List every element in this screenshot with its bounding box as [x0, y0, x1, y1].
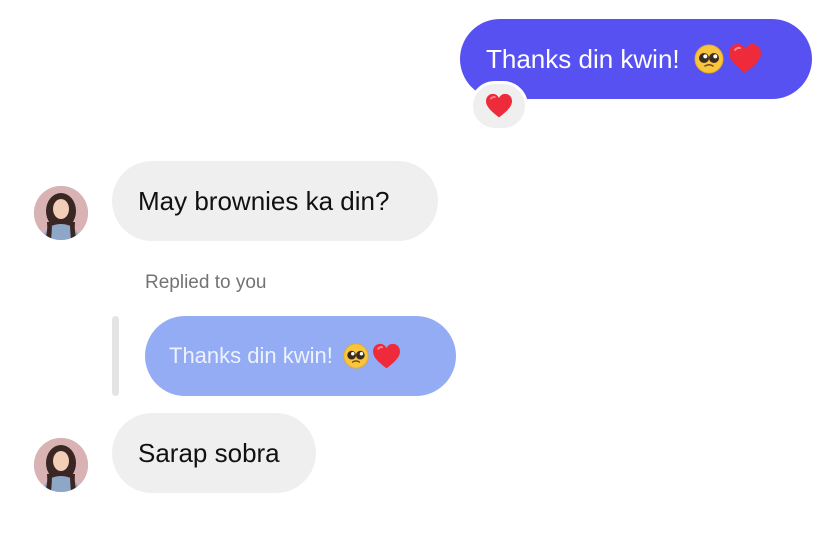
avatar-image	[34, 438, 88, 492]
received-message-text: Sarap sobra	[138, 437, 280, 468]
pleading-face-icon	[694, 44, 724, 74]
sent-message-text: Thanks din kwin!	[486, 43, 680, 74]
reply-label: Replied to you	[145, 272, 267, 293]
pleading-face-icon	[343, 343, 369, 369]
red-heart-icon	[372, 343, 400, 368]
received-message-text: May brownies ka din?	[138, 185, 390, 216]
red-heart-icon	[728, 44, 761, 73]
contact-avatar[interactable]	[34, 186, 88, 240]
contact-avatar[interactable]	[34, 438, 88, 492]
quoted-message-bubble[interactable]: Thanks din kwin!	[145, 316, 456, 396]
quoted-message-text: Thanks din kwin!	[169, 343, 333, 368]
received-message-bubble[interactable]: Sarap sobra	[112, 413, 316, 493]
reply-quote-bar	[112, 316, 119, 396]
red-heart-icon	[486, 93, 512, 118]
received-message-bubble[interactable]: May brownies ka din?	[112, 161, 438, 241]
avatar-image	[34, 186, 88, 240]
message-reaction[interactable]	[470, 81, 528, 131]
